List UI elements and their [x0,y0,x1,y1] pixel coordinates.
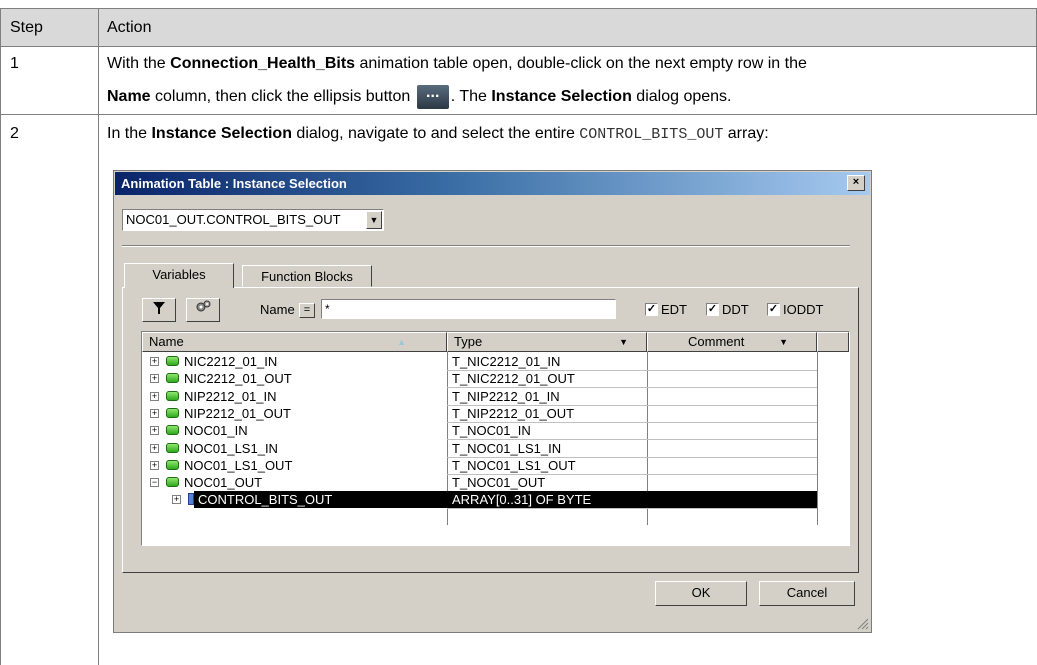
expand-icon[interactable]: + [150,426,159,436]
table-row[interactable]: + NOC01_LS1_OUT T_NOC01_LS1_OUT [142,457,847,475]
row-name: NIP2212_01_OUT [184,405,291,421]
ioddt-label: IODDT [783,302,824,317]
cancel-button[interactable]: Cancel [759,581,855,606]
table-row[interactable]: + NIC2212_01_OUT T_NIC2212_01_OUT [142,370,847,389]
expand-icon[interactable]: + [172,495,181,505]
step-1-text-line2: Name column, then click the ellipsis but… [107,85,731,109]
table-row[interactable]: + NOC01_LS1_IN T_NOC01_LS1_IN [142,440,847,458]
table-row[interactable]: − NOC01_OUT T_NOC01_OUT [142,474,847,493]
ellipsis-button-icon: ... [416,85,449,109]
row-name: NOC01_LS1_OUT [184,457,293,473]
structure-icon [166,459,179,470]
table-row[interactable]: + NIP2212_01_OUT T_NIP2212_01_OUT [142,405,847,423]
column-header-filler [817,332,849,352]
expand-icon[interactable]: + [150,408,159,418]
structure-icon [166,390,179,401]
row-name: NOC01_LS1_IN [184,440,278,456]
sort-asc-icon: ▲ [397,337,406,347]
tab-function-blocks[interactable]: Function Blocks [242,265,372,287]
row-name: NOC01_OUT [184,475,263,491]
expand-icon[interactable]: + [150,374,159,384]
row-name: NIC2212_01_IN [184,354,278,369]
table-row[interactable]: + CONTROL_BITS_OUT ARRAY[0..31] OF BYTE [142,491,847,510]
column-header-name[interactable]: Name ▲ [142,332,447,352]
instance-path-value: NOC01_OUT.CONTROL_BITS_OUT [126,212,341,227]
chevron-down-icon: ▼ [619,337,628,347]
row-type: T_NIC2212_01_OUT [452,371,575,387]
structure-icon [166,373,179,384]
instance-path-combo[interactable]: NOC01_OUT.CONTROL_BITS_OUT ▼ [122,209,384,231]
step-1-text-line1: With the Connection_Health_Bits animatio… [107,55,807,72]
structure-icon [166,407,179,418]
step-1-number: 1 [10,55,19,72]
edt-checkbox[interactable]: ✓ [645,303,658,316]
structure-icon [166,425,179,436]
row-name: NIC2212_01_OUT [184,371,292,387]
row-name: NIP2212_01_IN [184,388,277,404]
filter-button[interactable] [142,298,176,322]
table-header [0,8,1037,46]
table-row[interactable]: + NIC2212_01_IN T_NIC2212_01_IN [142,353,847,371]
table-row[interactable]: + NIP2212_01_IN T_NIP2212_01_IN [142,388,847,406]
table-row[interactable]: + NOC01_IN T_NOC01_IN [142,422,847,441]
column-header-comment[interactable]: Comment ▼ [647,332,817,352]
ok-button[interactable]: OK [655,581,747,606]
header-action: Action [107,19,152,36]
header-step: Step [10,19,43,36]
chevron-down-icon: ▼ [779,337,788,347]
structure-icon [166,477,179,488]
row-type: T_NOC01_IN [452,423,531,439]
structure-icon [166,356,179,366]
ioddt-checkbox[interactable]: ✓ [767,303,780,316]
gear-icon [196,300,211,312]
separator [122,245,850,247]
close-icon[interactable]: × [847,175,865,191]
row-name: NOC01_IN [184,423,248,439]
tab-variables[interactable]: Variables [124,263,234,288]
resize-grip-icon[interactable] [857,618,869,630]
instance-selection-dialog: Animation Table : Instance Selection × N… [113,170,872,633]
structure-icon [166,442,179,453]
row-type: T_NOC01_LS1_IN [452,440,562,456]
row-type: ARRAY[0..31] OF BYTE [452,492,592,508]
expand-icon[interactable]: + [150,391,159,401]
row-type: T_NIP2212_01_IN [452,388,560,404]
ddt-label: DDT [722,302,749,317]
row-type: T_NIC2212_01_IN [452,354,561,369]
row-type: T_NOC01_LS1_OUT [452,457,576,473]
dialog-titlebar: Animation Table : Instance Selection × [115,172,870,195]
array-icon [188,493,194,506]
step-2-number: 2 [10,125,19,142]
name-filter-label: Name [260,302,295,317]
variables-grid: Name ▲ Type ▼ Comment ▼ + NIC2212_01_IN T_… [141,331,850,546]
expand-icon[interactable]: + [150,357,159,366]
dialog-title: Animation Table : Instance Selection [121,176,347,191]
expand-icon[interactable]: + [150,460,159,470]
chevron-down-icon[interactable]: ▼ [366,211,382,229]
settings-button[interactable] [186,298,220,322]
row-divider [447,508,817,510]
row-type: T_NIP2212_01_OUT [452,405,575,421]
column-header-type[interactable]: Type ▼ [447,332,647,352]
edt-label: EDT [661,302,687,317]
equals-button[interactable]: = [299,303,315,318]
row-type: T_NOC01_OUT [452,475,546,491]
funnel-icon [153,302,165,314]
row-name: CONTROL_BITS_OUT [198,492,333,508]
collapse-icon[interactable]: − [150,478,159,488]
name-filter-input[interactable]: * [321,299,616,319]
step-2-text: In the Instance Selection dialog, naviga… [107,125,769,143]
expand-icon[interactable]: + [150,443,159,453]
ddt-checkbox[interactable]: ✓ [706,303,719,316]
